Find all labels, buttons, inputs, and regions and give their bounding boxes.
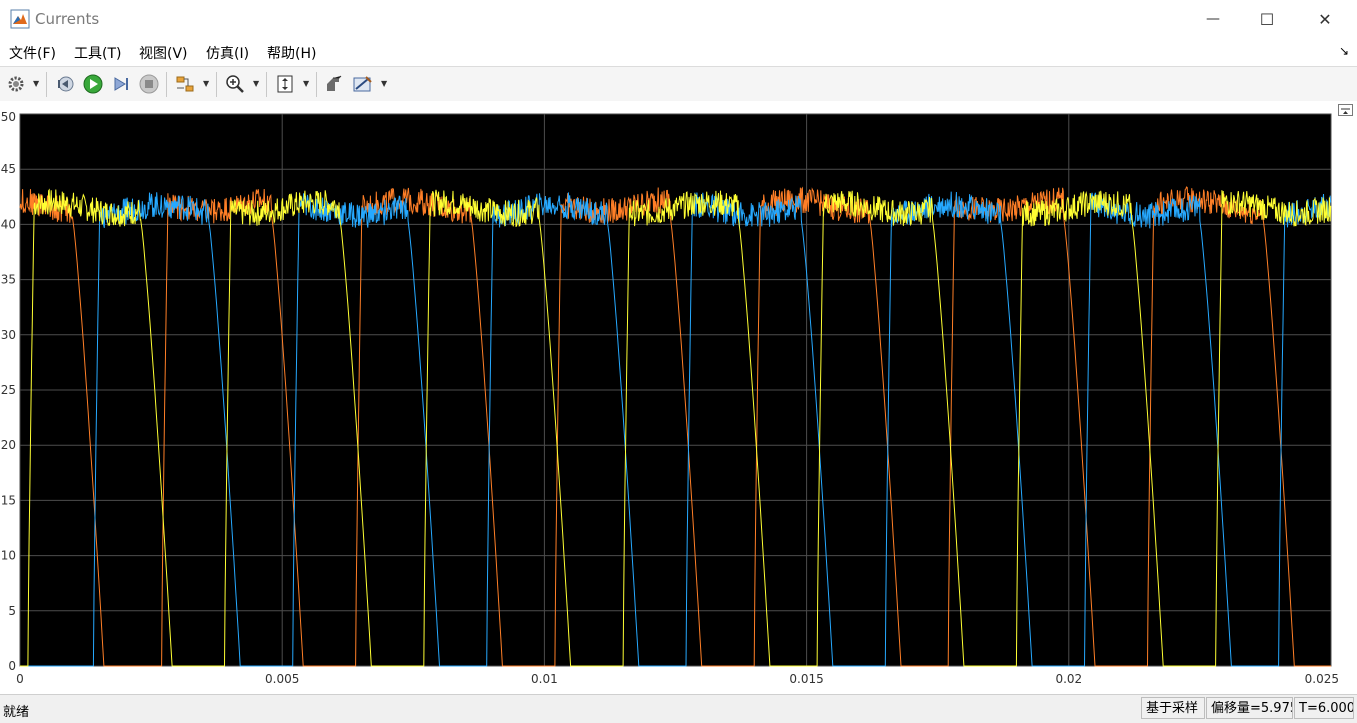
- toolbar-separator: [166, 72, 167, 97]
- step-forward-icon[interactable]: [110, 73, 132, 95]
- signal-selector-dropdown-icon[interactable]: ▼: [203, 80, 211, 88]
- status-ready: 就绪: [3, 705, 30, 720]
- y-tick-label: 25: [1, 383, 16, 397]
- menu-tools[interactable]: 工具(T): [74, 43, 121, 63]
- y-tick-label: 5: [8, 604, 16, 618]
- y-tick-label: 45: [1, 162, 16, 176]
- zoom-in-icon[interactable]: [224, 73, 246, 95]
- status-offset: 偏移量=5.975: [1206, 697, 1293, 719]
- status-bar: 就绪 基于采样 偏移量=5.975 T=6.000: [0, 694, 1357, 723]
- menu-file[interactable]: 文件(F): [9, 43, 56, 63]
- run-icon[interactable]: [82, 73, 104, 95]
- undock-axes-button[interactable]: [1338, 104, 1353, 116]
- y-tick-label: 20: [1, 438, 16, 452]
- menu-help[interactable]: 帮助(H): [267, 43, 316, 63]
- y-tick-label: 30: [1, 328, 16, 342]
- zoom-dropdown-icon[interactable]: ▼: [253, 80, 261, 88]
- y-tick-label: 15: [1, 493, 16, 507]
- window-title: Currents: [35, 10, 100, 28]
- measurement-dropdown-icon[interactable]: ▼: [381, 80, 389, 88]
- toolbar-separator: [46, 72, 47, 97]
- undock-icon: [1341, 108, 1350, 114]
- toolbar-separator: [266, 72, 267, 97]
- status-sample-mode: 基于采样: [1141, 697, 1205, 719]
- autoscale-icon[interactable]: [274, 73, 296, 95]
- x-tick-label: 0.01: [531, 672, 558, 686]
- minimize-icon: —: [1206, 11, 1220, 27]
- toolbar-separator: [316, 72, 317, 97]
- step-back-icon[interactable]: [54, 73, 76, 95]
- x-tick-label: 0: [16, 672, 24, 686]
- title-bar: Currents — ☐ ✕: [0, 0, 1357, 39]
- close-button[interactable]: ✕: [1302, 0, 1348, 38]
- style-icon[interactable]: [323, 73, 345, 95]
- signal-selector-icon[interactable]: [174, 73, 196, 95]
- x-tick-label: 0.025: [1305, 672, 1339, 686]
- y-tick-label: 10: [1, 549, 16, 563]
- stop-icon[interactable]: [138, 73, 160, 95]
- toolbar: ▼ ▼ ▼ ▼ ▼: [0, 66, 1357, 103]
- y-tick-label: 50: [1, 110, 16, 124]
- settings-dropdown-icon[interactable]: ▼: [33, 80, 41, 88]
- measurement-icon[interactable]: [352, 73, 374, 95]
- scope-plot-area: 0 0.005 0.01 0.015 0.02 0.025 0 5 10 15 20 25 30 35 40…: [0, 101, 1357, 694]
- toolbar-separator: [216, 72, 217, 97]
- maximize-icon: ☐: [1259, 9, 1275, 29]
- y-tick-label: 0: [8, 659, 16, 673]
- currents-chart[interactable]: 0 0.005 0.01 0.015 0.02 0.025 0 5 10 15 20 25 30 35 40…: [0, 101, 1357, 694]
- matlab-logo-icon: [10, 9, 30, 29]
- settings-gear-icon[interactable]: [5, 73, 27, 95]
- x-tick-label: 0.015: [789, 672, 823, 686]
- x-tick-label: 0.005: [265, 672, 299, 686]
- close-icon: ✕: [1318, 9, 1332, 29]
- x-tick-label: 0.02: [1055, 672, 1082, 686]
- y-tick-label: 35: [1, 273, 16, 287]
- minimize-button[interactable]: —: [1190, 0, 1236, 38]
- status-time: T=6.000: [1294, 697, 1354, 719]
- autoscale-dropdown-icon[interactable]: ▼: [303, 80, 311, 88]
- menu-bar: 文件(F) 工具(T) 视图(V) 仿真(I) 帮助(H) ↘: [0, 38, 1357, 66]
- menu-simulation[interactable]: 仿真(I): [206, 43, 249, 63]
- dock-arrow-icon[interactable]: ↘: [1339, 44, 1349, 58]
- maximize-button[interactable]: ☐: [1244, 0, 1290, 38]
- menu-view[interactable]: 视图(V): [139, 43, 188, 63]
- y-tick-label: 40: [1, 217, 16, 231]
